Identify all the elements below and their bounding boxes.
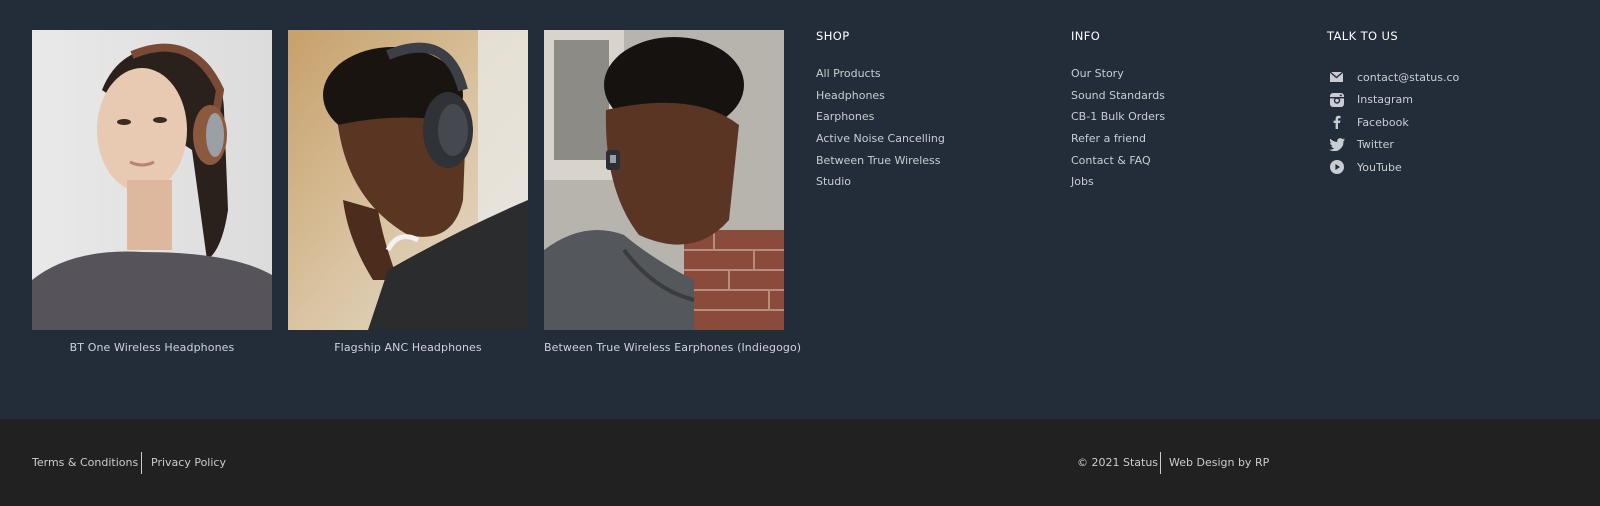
product-caption[interactable]: BT One Wireless Headphones bbox=[32, 341, 272, 354]
product-image-bt-one[interactable] bbox=[32, 30, 272, 330]
facebook-link[interactable]: Facebook bbox=[1327, 111, 1557, 134]
footer-bottom-bar bbox=[0, 419, 1600, 506]
product-image-between-true-wireless[interactable] bbox=[544, 30, 784, 330]
info-title: INFO bbox=[1071, 29, 1101, 43]
legal-divider bbox=[141, 452, 142, 474]
shop-title: SHOP bbox=[816, 29, 850, 43]
shop-link-all-products[interactable]: All Products bbox=[816, 66, 1046, 88]
info-link-bulk-orders[interactable]: CB-1 Bulk Orders bbox=[1071, 109, 1301, 131]
talk-title: TALK TO US bbox=[1327, 29, 1399, 43]
twitter-label[interactable]: Twitter bbox=[1357, 138, 1394, 151]
shop-link-anc[interactable]: Active Noise Cancelling bbox=[816, 131, 1046, 153]
youtube-link[interactable]: YouTube bbox=[1327, 156, 1557, 179]
product-card-bt-one[interactable]: BT One Wireless Headphones bbox=[32, 30, 272, 354]
copyright-text: © 2021 Status bbox=[1077, 456, 1159, 469]
twitter-icon bbox=[1328, 136, 1345, 153]
talk-column: TALK TO US contact@status.co Instagram F… bbox=[1327, 29, 1557, 179]
shop-link-between-true-wireless[interactable]: Between True Wireless bbox=[816, 153, 1046, 175]
instagram-label[interactable]: Instagram bbox=[1357, 93, 1413, 106]
product-card-flagship-anc[interactable]: Flagship ANC Headphones bbox=[288, 30, 528, 354]
credit-divider bbox=[1160, 452, 1161, 474]
product-card-between-true-wireless[interactable]: Between True Wireless Earphones (Indiego… bbox=[544, 30, 801, 354]
youtube-icon bbox=[1328, 159, 1345, 176]
info-link-contact-faq[interactable]: Contact & FAQ bbox=[1071, 153, 1301, 175]
info-column: INFO Our Story Sound Standards CB-1 Bulk… bbox=[1071, 29, 1301, 196]
shop-link-studio[interactable]: Studio bbox=[816, 174, 1046, 196]
product-caption[interactable]: Between True Wireless Earphones (Indiego… bbox=[544, 341, 801, 354]
contact-email-link[interactable]: contact@status.co bbox=[1327, 66, 1557, 89]
info-link-refer-a-friend[interactable]: Refer a friend bbox=[1071, 131, 1301, 153]
info-link-sound-standards[interactable]: Sound Standards bbox=[1071, 88, 1301, 110]
info-link-our-story[interactable]: Our Story bbox=[1071, 66, 1301, 88]
product-caption[interactable]: Flagship ANC Headphones bbox=[288, 341, 528, 354]
instagram-icon bbox=[1328, 91, 1345, 108]
web-design-credit-link[interactable]: Web Design by RP bbox=[1169, 456, 1269, 469]
footer-main: BT One Wireless Headphones Flagship ANC … bbox=[0, 0, 1600, 419]
shop-column: SHOP All Products Headphones Earphones A… bbox=[816, 29, 1046, 196]
shop-link-headphones[interactable]: Headphones bbox=[816, 88, 1046, 110]
product-image-flagship-anc[interactable] bbox=[288, 30, 528, 330]
mail-icon bbox=[1328, 69, 1345, 86]
youtube-label[interactable]: YouTube bbox=[1357, 161, 1402, 174]
info-link-jobs[interactable]: Jobs bbox=[1071, 174, 1301, 196]
facebook-icon bbox=[1328, 114, 1345, 131]
instagram-link[interactable]: Instagram bbox=[1327, 89, 1557, 112]
privacy-link[interactable]: Privacy Policy bbox=[151, 456, 226, 469]
contact-email-label[interactable]: contact@status.co bbox=[1357, 71, 1459, 84]
twitter-link[interactable]: Twitter bbox=[1327, 134, 1557, 157]
facebook-label[interactable]: Facebook bbox=[1357, 116, 1409, 129]
terms-link[interactable]: Terms & Conditions bbox=[32, 456, 138, 469]
shop-link-earphones[interactable]: Earphones bbox=[816, 109, 1046, 131]
